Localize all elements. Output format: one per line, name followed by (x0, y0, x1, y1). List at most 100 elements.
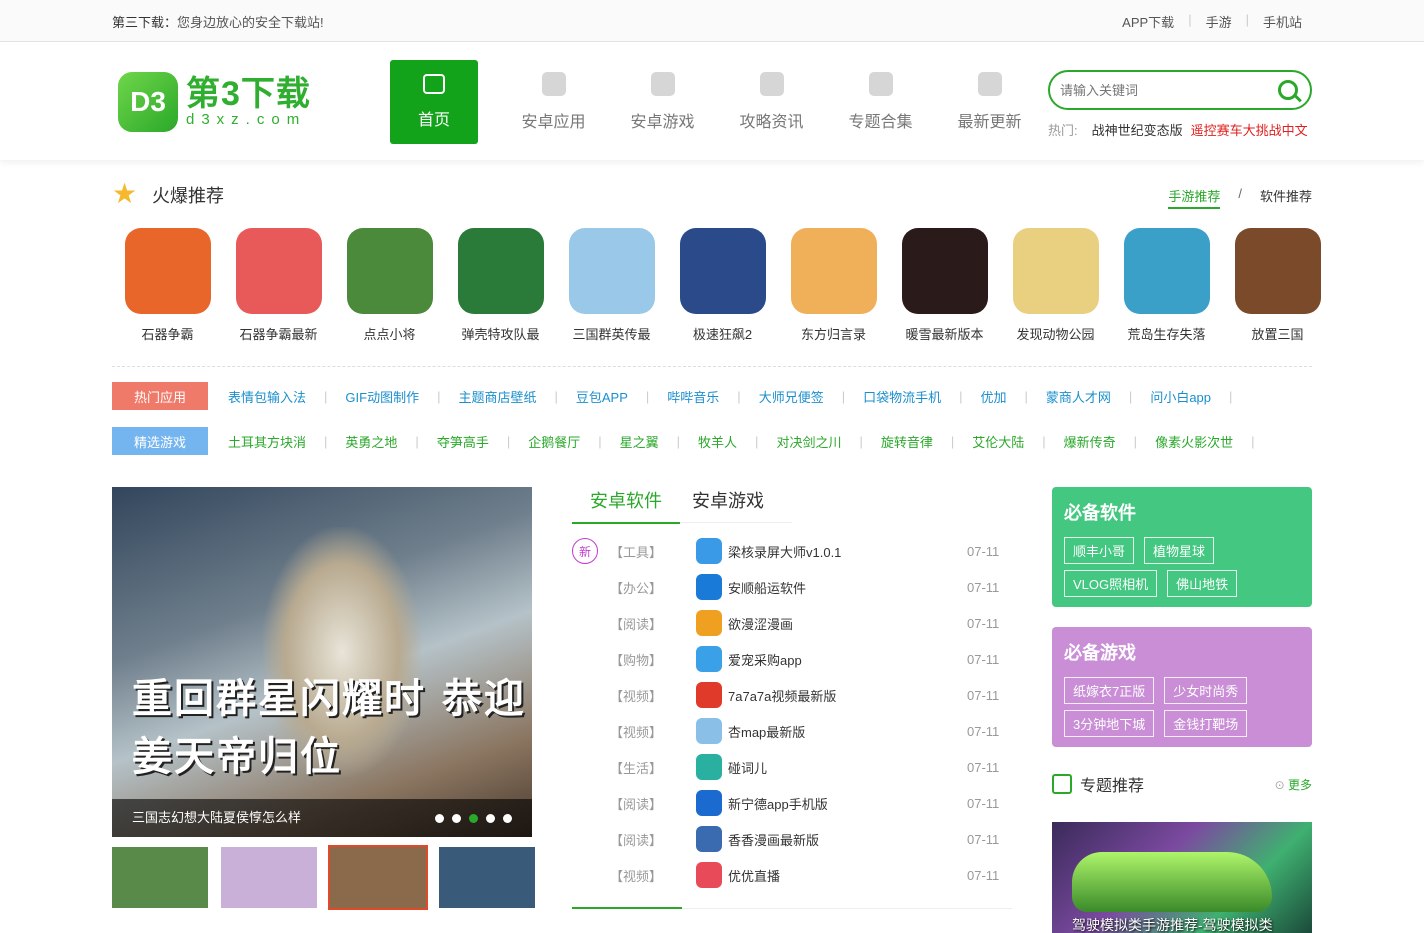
app-card[interactable]: 石器争霸最新 (223, 228, 334, 343)
item-category: 【视频】 (610, 688, 663, 704)
tag-link[interactable]: 豆包APP (576, 387, 628, 406)
app-card[interactable]: 发现动物公园 (1000, 228, 1111, 343)
item-name[interactable]: 杏map最新版 (728, 722, 805, 741)
tag-link[interactable]: 土耳其方块消 (228, 432, 306, 451)
tag-link[interactable]: 主题商店壁纸 (458, 387, 536, 406)
item-name[interactable]: 香香漫画最新版 (728, 830, 819, 849)
topic-card[interactable]: 驾驶模拟类手游推荐-驾驶模拟类 (1052, 822, 1312, 933)
list-item[interactable]: 新【工具】 梁核录屏大师v1.0.1 07-11 (572, 533, 1012, 569)
must-tag[interactable]: 佛山地铁 (1167, 570, 1238, 597)
tag-link[interactable]: 像素火影次世 (1155, 432, 1233, 451)
tag-link[interactable]: 优加 (981, 387, 1007, 406)
tag-link[interactable]: 哔哔音乐 (667, 387, 719, 406)
tag-link[interactable]: 蒙商人才网 (1046, 387, 1111, 406)
app-card[interactable]: 东方归言录 (778, 228, 889, 343)
nav-guides[interactable]: 攻略资讯 (717, 60, 826, 144)
list-item[interactable]: 【阅读】 新宁德app手机版 07-11 (572, 785, 1012, 821)
list-item[interactable]: 【生活】 碰词儿 07-11 (572, 749, 1012, 785)
banner-thumb[interactable] (439, 847, 535, 908)
top-link-mobile-games[interactable]: 手游 (1206, 12, 1232, 31)
tag-link[interactable]: 夺笋高手 (437, 432, 489, 451)
app-card[interactable]: 暖雪最新版本 (889, 228, 1000, 343)
search-input[interactable] (1060, 72, 1270, 108)
hot-keyword-link[interactable]: 战神世纪变态版 (1092, 120, 1183, 139)
tag-link[interactable]: 口袋物流手机 (863, 387, 941, 406)
tag-link[interactable]: 星之翼 (620, 432, 659, 451)
app-card[interactable]: 荒岛生存失落 (1111, 228, 1222, 343)
tab-android-games[interactable]: 安卓游戏 (680, 487, 764, 522)
app-card[interactable]: 点点小将 (334, 228, 445, 343)
app-card[interactable]: 极速狂飙2 (667, 228, 778, 343)
nav-latest[interactable]: 最新更新 (935, 60, 1044, 144)
slider-dot[interactable] (452, 814, 461, 823)
must-tag[interactable]: 植物星球 (1144, 537, 1215, 564)
must-have-software: 必备软件 顺丰小哥 植物星球 VLOG照相机 佛山地铁 (1052, 487, 1312, 607)
list-item[interactable]: 【视频】 7a7a7a视频最新版 07-11 (572, 677, 1012, 713)
list-item[interactable]: 【购物】 爱宠采购app 07-11 (572, 641, 1012, 677)
top-link-mobile-site[interactable]: 手机站 (1263, 12, 1302, 31)
app-icon (696, 610, 722, 636)
tag-link[interactable]: 企鹅餐厅 (528, 432, 580, 451)
app-card[interactable]: 石器争霸 (112, 228, 223, 343)
list-item[interactable]: 【视频】 杏map最新版 07-11 (572, 713, 1012, 749)
tab-software[interactable]: 软件推荐 (1260, 186, 1312, 209)
tag-link[interactable]: 艾伦大陆 (972, 432, 1024, 451)
top-links: APP下载 | 手游 | 手机站 (1122, 12, 1302, 31)
item-name[interactable]: 爱宠采购app (728, 650, 802, 669)
tag-link[interactable]: 爆新传奇 (1064, 432, 1116, 451)
nav-android-apps[interactable]: 安卓应用 (499, 60, 608, 144)
site-logo[interactable]: D3 第3下载 d3xz.com (118, 72, 311, 132)
app-icon (235, 228, 322, 314)
app-card[interactable]: 弹壳特攻队最 (445, 228, 556, 343)
gift-icon (1052, 774, 1072, 794)
tag-link[interactable]: 对决剑之川 (776, 432, 841, 451)
app-card[interactable]: 放置三国 (1222, 228, 1333, 343)
item-name[interactable]: 安顺船运软件 (728, 578, 806, 597)
nav-home[interactable]: 首页 (390, 60, 478, 144)
banner-thumb[interactable] (112, 847, 208, 908)
slider-dot[interactable] (503, 814, 512, 823)
app-card[interactable]: 三国群英传最 (556, 228, 667, 343)
tag-link[interactable]: 问小白app (1150, 387, 1211, 406)
banner-slider[interactable]: 重回群星闪耀时 恭迎姜天帝归位 三国志幻想大陆夏侯惇怎么样 (112, 487, 532, 837)
tab-android-software[interactable]: 安卓软件 (572, 487, 680, 524)
list-item[interactable]: 【视频】 优优直播 07-11 (572, 857, 1012, 893)
must-tag[interactable]: 金钱打靶场 (1164, 710, 1248, 737)
item-name[interactable]: 碰词儿 (728, 758, 767, 777)
slider-dot[interactable] (435, 814, 444, 823)
must-tag[interactable]: 顺丰小哥 (1064, 537, 1135, 564)
tag-link[interactable]: 牧羊人 (698, 432, 737, 451)
must-tag[interactable]: VLOG照相机 (1064, 570, 1158, 597)
list-item[interactable]: 【办公】 安顺船运软件 07-11 (572, 569, 1012, 605)
more-link[interactable]: 更多 (1275, 776, 1312, 793)
top-link-app[interactable]: APP下载 (1122, 12, 1174, 31)
app-icon (679, 228, 766, 314)
item-name[interactable]: 欲漫涩漫画 (728, 614, 793, 633)
item-name[interactable]: 新宁德app手机版 (728, 794, 828, 813)
banner-thumb[interactable] (328, 845, 428, 910)
tag-link[interactable]: 英勇之地 (345, 432, 397, 451)
tag-link[interactable]: 大师兄便签 (759, 387, 824, 406)
slider-dot-active[interactable] (469, 814, 478, 823)
tag-link[interactable]: 旋转音律 (881, 432, 933, 451)
nav-android-games[interactable]: 安卓游戏 (608, 60, 717, 144)
item-name[interactable]: 7a7a7a视频最新版 (728, 686, 836, 705)
tab-mobile-games[interactable]: 手游推荐 (1168, 186, 1221, 209)
main-nav: 首页 安卓应用 安卓游戏 攻略资讯 专题合集 最新更新 (390, 60, 1044, 144)
list-item[interactable]: 【阅读】 香香漫画最新版 07-11 (572, 821, 1012, 857)
search-icon[interactable] (1278, 80, 1298, 100)
item-name[interactable]: 梁核录屏大师v1.0.1 (728, 542, 841, 561)
hot-keyword-link[interactable]: 遥控赛车大挑战中文 (1191, 120, 1308, 139)
slider-dot[interactable] (486, 814, 495, 823)
must-tag[interactable]: 纸嫁衣7正版 (1064, 677, 1155, 704)
tag-link[interactable]: GIF动图制作 (345, 387, 419, 406)
logo-text: 第3下载 (186, 75, 311, 113)
banner-thumb[interactable] (221, 847, 317, 908)
item-date: 07-11 (967, 579, 1000, 595)
nav-topics[interactable]: 专题合集 (826, 60, 935, 144)
must-tag[interactable]: 3分钟地下城 (1064, 710, 1155, 737)
item-name[interactable]: 优优直播 (728, 866, 780, 885)
list-item[interactable]: 【阅读】 欲漫涩漫画 07-11 (572, 605, 1012, 641)
tag-link[interactable]: 表情包输入法 (228, 387, 306, 406)
must-tag[interactable]: 少女时尚秀 (1164, 677, 1248, 704)
